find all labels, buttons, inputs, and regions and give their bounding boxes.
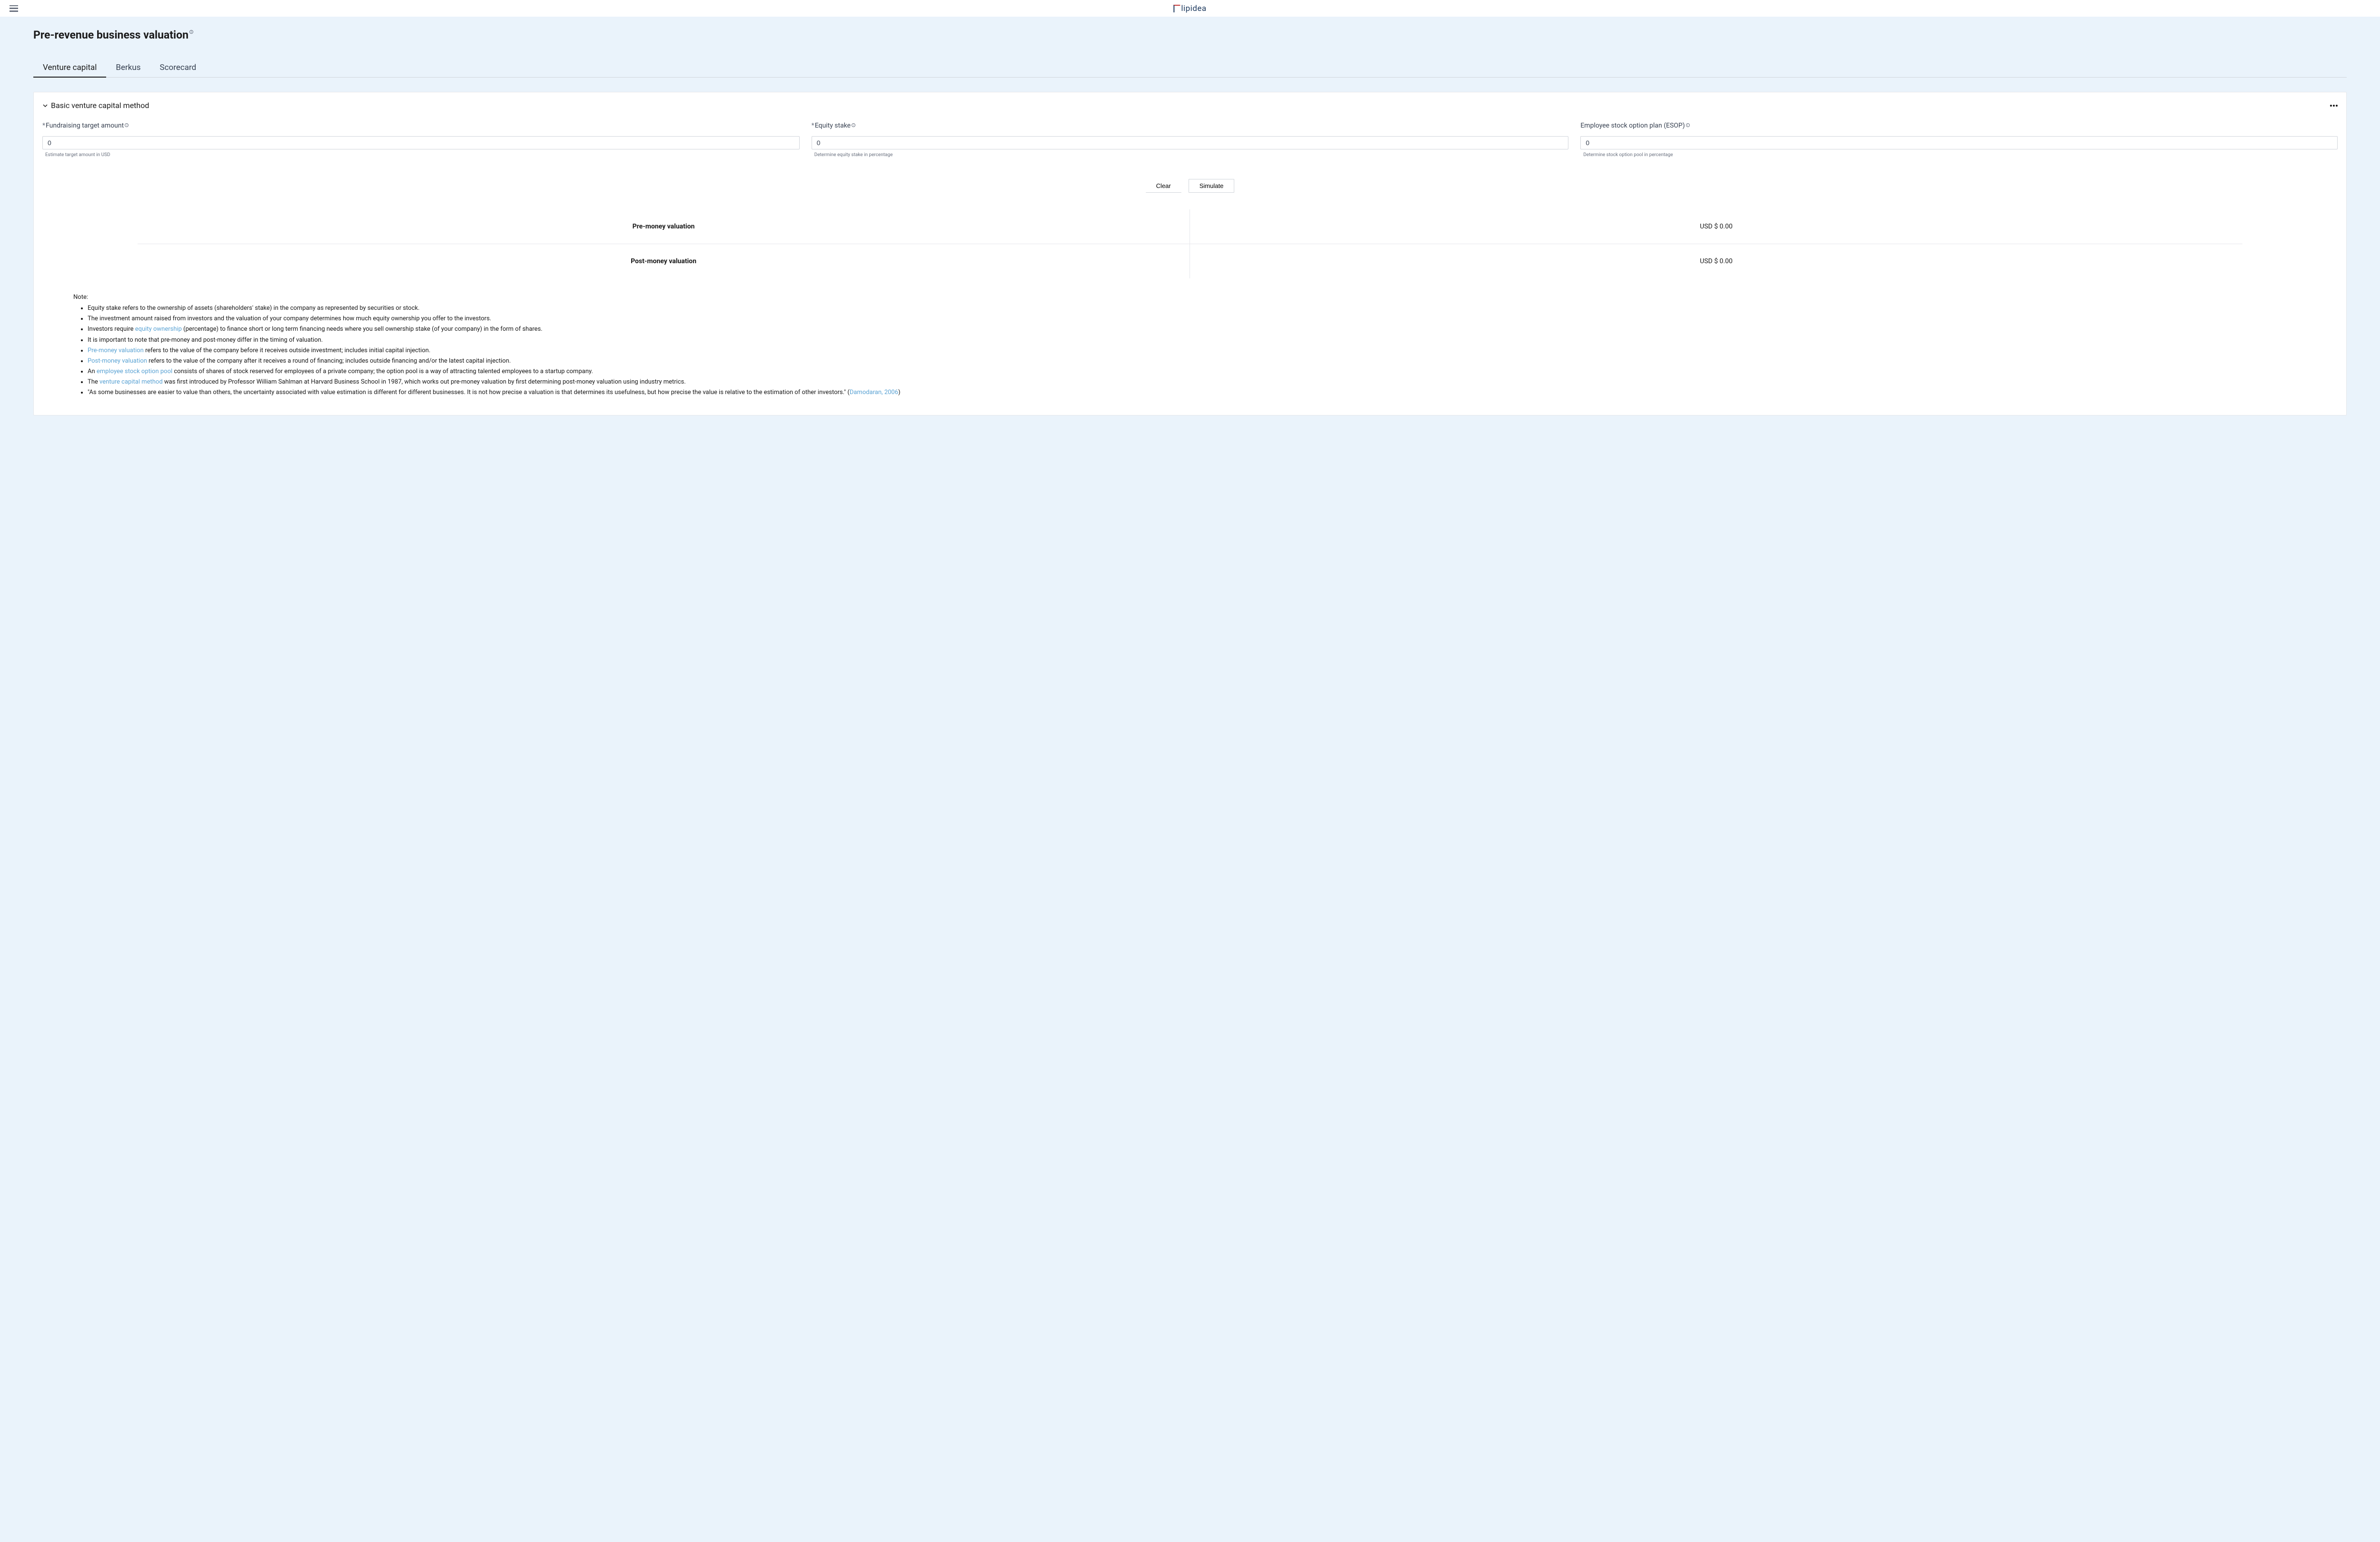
- note-item: Post-money valuation refers to the value…: [88, 356, 2307, 366]
- note-item: The investment amount raised from invest…: [88, 314, 2307, 324]
- equity-input[interactable]: [812, 136, 1569, 149]
- postmoney-link[interactable]: Post-money valuation: [88, 357, 147, 365]
- info-icon[interactable]: i: [852, 123, 855, 127]
- simulate-button[interactable]: Simulate: [1189, 179, 1235, 193]
- field-fundraising: * Fundraising target amount i Estimate t…: [42, 122, 800, 158]
- note-item: Equity stake refers to the ownership of …: [88, 304, 2307, 313]
- more-icon[interactable]: [2330, 105, 2338, 107]
- postmoney-value: USD $ 0.00: [1190, 244, 2242, 278]
- esop-input[interactable]: [1580, 136, 2338, 149]
- premoney-link[interactable]: Pre-money valuation: [88, 347, 144, 354]
- clear-button[interactable]: Clear: [1146, 179, 1181, 193]
- note-item: The venture capital method was first int…: [88, 377, 2307, 387]
- field-equity: * Equity stake i Determine equity stake …: [812, 122, 1569, 158]
- vc-method-link[interactable]: venture capital method: [99, 378, 163, 386]
- notes-title: Note:: [73, 293, 2307, 302]
- card-title-wrap[interactable]: Basic venture capital method: [42, 101, 149, 110]
- info-icon[interactable]: i: [189, 30, 193, 34]
- results-table: Pre-money valuation USD $ 0.00 Post-mone…: [138, 209, 2242, 278]
- card-header: Basic venture capital method: [42, 101, 2338, 110]
- chevron-down-icon[interactable]: [42, 103, 48, 109]
- tab-venture-capital[interactable]: Venture capital: [33, 58, 106, 77]
- tab-berkus[interactable]: Berkus: [106, 58, 150, 77]
- note-item: It is important to note that pre-money a…: [88, 336, 2307, 345]
- info-icon[interactable]: i: [1686, 123, 1690, 127]
- logo-text: lipidea: [1181, 4, 1206, 13]
- app-header: lipidea: [0, 0, 2380, 17]
- note-item: Pre-money valuation refers to the value …: [88, 346, 2307, 356]
- premoney-value: USD $ 0.00: [1190, 209, 2242, 244]
- damodaran-link[interactable]: Damodaran, 2006: [850, 389, 898, 396]
- note-item: Investors require equity ownership (perc…: [88, 325, 2307, 334]
- premoney-label: Pre-money valuation: [138, 209, 1190, 244]
- notes-section: Note: Equity stake refers to the ownersh…: [73, 293, 2307, 397]
- field-esop: Employee stock option plan (ESOP) i Dete…: [1580, 122, 2338, 158]
- menu-icon[interactable]: [10, 5, 18, 12]
- equity-label: * Equity stake i: [812, 122, 1569, 129]
- postmoney-row: Post-money valuation USD $ 0.00: [138, 244, 2242, 278]
- action-buttons: Clear Simulate: [42, 179, 2338, 193]
- esop-link[interactable]: employee stock option pool: [97, 368, 172, 375]
- method-card: Basic venture capital method * Fundraisi…: [33, 92, 2347, 415]
- app-logo[interactable]: lipidea: [1173, 4, 1206, 13]
- note-item: An employee stock option pool consists o…: [88, 367, 2307, 376]
- postmoney-label: Post-money valuation: [138, 244, 1190, 278]
- page-content: Pre-revenue business valuation i Venture…: [0, 17, 2380, 435]
- card-title: Basic venture capital method: [51, 101, 149, 110]
- fundraising-hint: Estimate target amount in USD: [42, 152, 800, 158]
- form-row: * Fundraising target amount i Estimate t…: [42, 122, 2338, 158]
- tabs: Venture capital Berkus Scorecard: [33, 58, 2347, 78]
- fundraising-label: * Fundraising target amount i: [42, 122, 800, 129]
- logo-mark-icon: [1173, 5, 1180, 12]
- equity-hint: Determine equity stake in percentage: [812, 152, 1569, 158]
- note-item: "As some businesses are easier to value …: [88, 388, 2307, 397]
- tab-scorecard[interactable]: Scorecard: [150, 58, 206, 77]
- fundraising-input[interactable]: [42, 136, 800, 149]
- esop-hint: Determine stock option pool in percentag…: [1580, 152, 2338, 158]
- esop-label: Employee stock option plan (ESOP) i: [1580, 122, 2338, 129]
- page-title: Pre-revenue business valuation i: [33, 29, 2347, 41]
- equity-ownership-link[interactable]: equity ownership: [135, 326, 182, 333]
- premoney-row: Pre-money valuation USD $ 0.00: [138, 209, 2242, 244]
- info-icon[interactable]: i: [125, 123, 129, 127]
